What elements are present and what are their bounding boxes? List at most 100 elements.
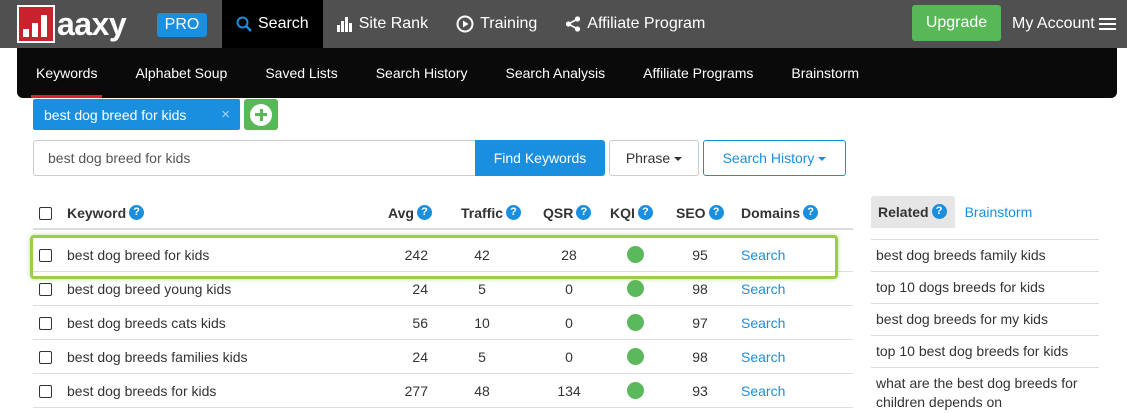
row-keyword[interactable]: best dog breeds families kids bbox=[67, 340, 248, 374]
subnav-keywords[interactable]: Keywords bbox=[17, 48, 116, 98]
row-checkbox[interactable] bbox=[39, 374, 52, 408]
row-avg: 277 bbox=[404, 383, 428, 399]
row-qsr: 0 bbox=[565, 315, 573, 331]
row-domains-search-link[interactable]: Search bbox=[741, 306, 785, 340]
subnav-search-history[interactable]: Search History bbox=[357, 48, 487, 98]
header-avg[interactable]: Avg? bbox=[388, 196, 432, 230]
list-item[interactable]: what are the best dog breeds for childre… bbox=[871, 368, 1099, 413]
keyword-table: Keyword? Avg? Traffic? QSR? KQI? SEO? Do… bbox=[33, 196, 853, 408]
keyword-search-input[interactable] bbox=[33, 140, 476, 176]
row-checkbox[interactable] bbox=[39, 272, 52, 306]
row-qsr: 0 bbox=[565, 281, 573, 297]
row-domains-search-link[interactable]: Search bbox=[741, 340, 785, 374]
row-seo: 98 bbox=[692, 281, 708, 297]
help-icon[interactable]: ? bbox=[708, 205, 724, 221]
header-traffic[interactable]: Traffic? bbox=[461, 196, 522, 230]
upgrade-button[interactable]: Upgrade bbox=[912, 5, 1001, 41]
row-domains-search-link[interactable]: Search bbox=[741, 374, 785, 408]
list-item[interactable]: best dog breeds family kids bbox=[871, 240, 1099, 272]
header-keyword[interactable]: Keyword? bbox=[67, 196, 145, 230]
row-kqi bbox=[606, 374, 664, 408]
select-all-checkbox[interactable] bbox=[39, 196, 52, 230]
phrase-dropdown[interactable]: Phrase bbox=[609, 140, 699, 176]
row-qsr: 0 bbox=[565, 349, 573, 365]
row-seo: 98 bbox=[692, 349, 708, 365]
table-row[interactable]: best dog breed young kids 24 5 0 98 Sear… bbox=[33, 272, 853, 306]
header-qsr[interactable]: QSR? bbox=[543, 196, 592, 230]
table-row[interactable]: best dog breeds families kids 24 5 0 98 … bbox=[33, 340, 853, 374]
row-kqi bbox=[606, 238, 664, 272]
topnav-training[interactable]: Training bbox=[442, 0, 551, 48]
row-qsr: 134 bbox=[557, 383, 581, 399]
row-avg: 56 bbox=[412, 315, 428, 331]
search-history-dropdown[interactable]: Search History bbox=[703, 140, 846, 176]
keyword-tag[interactable]: best dog breed for kids × bbox=[33, 99, 240, 130]
subnav-search-analysis[interactable]: Search Analysis bbox=[487, 48, 625, 98]
topnav-training-label: Training bbox=[480, 15, 538, 32]
list-item[interactable]: top 10 best dog breeds for kids bbox=[871, 336, 1099, 368]
list-item[interactable]: best dog breeds for my kids bbox=[871, 304, 1099, 336]
help-icon[interactable]: ? bbox=[416, 205, 432, 221]
row-traffic: 5 bbox=[478, 281, 486, 297]
sub-navbar: Keywords Alphabet Soup Saved Lists Searc… bbox=[17, 48, 1117, 98]
tab-related[interactable]: Related? bbox=[871, 196, 955, 228]
phrase-dropdown-label: Phrase bbox=[625, 150, 671, 166]
caret-down-icon bbox=[818, 157, 827, 162]
row-checkbox[interactable] bbox=[39, 238, 52, 272]
bar-chart-icon bbox=[336, 16, 352, 32]
subnav-brainstorm[interactable]: Brainstorm bbox=[772, 48, 878, 98]
pro-badge: PRO bbox=[157, 13, 207, 37]
my-account-menu[interactable]: My Account bbox=[1012, 0, 1116, 48]
kqi-status-icon bbox=[626, 279, 644, 297]
subnav-affiliate-programs[interactable]: Affiliate Programs bbox=[624, 48, 772, 98]
row-keyword[interactable]: best dog breeds for kids bbox=[67, 374, 216, 408]
topnav-affiliate-program[interactable]: Affiliate Program bbox=[551, 0, 719, 48]
search-icon bbox=[236, 16, 252, 32]
row-keyword[interactable]: best dog breeds cats kids bbox=[67, 306, 226, 340]
header-kqi[interactable]: KQI? bbox=[610, 196, 653, 230]
caret-down-icon bbox=[674, 157, 683, 162]
help-icon[interactable]: ? bbox=[576, 205, 592, 221]
wealthy-affiliate-logo[interactable]: aaxy bbox=[17, 5, 127, 43]
list-item[interactable]: top 10 dogs breeds for kids bbox=[871, 272, 1099, 304]
row-keyword[interactable]: best dog breed for kids bbox=[67, 238, 209, 272]
logo-text: aaxy bbox=[57, 6, 127, 42]
row-avg: 24 bbox=[412, 281, 428, 297]
tab-brainstorm[interactable]: Brainstorm bbox=[955, 196, 1041, 228]
logo-mark-icon bbox=[17, 5, 55, 43]
kqi-status-icon bbox=[626, 381, 644, 399]
topnav-site-rank-label: Site Rank bbox=[358, 15, 429, 32]
help-icon[interactable]: ? bbox=[506, 205, 522, 221]
subnav-saved-lists[interactable]: Saved Lists bbox=[246, 48, 356, 98]
close-icon[interactable]: × bbox=[221, 106, 230, 123]
row-checkbox[interactable] bbox=[39, 306, 52, 340]
topnav-site-rank[interactable]: Site Rank bbox=[323, 0, 442, 48]
kqi-status-icon bbox=[626, 347, 644, 365]
row-kqi bbox=[606, 340, 664, 374]
row-qsr: 28 bbox=[561, 247, 577, 263]
topnav-search[interactable]: Search bbox=[222, 0, 323, 48]
plus-circle-icon bbox=[250, 103, 272, 126]
my-account-label: My Account bbox=[1012, 15, 1095, 32]
help-icon[interactable]: ? bbox=[637, 205, 653, 221]
table-row[interactable]: best dog breeds for kids 277 48 134 93 S… bbox=[33, 374, 853, 408]
add-tag-button[interactable] bbox=[244, 99, 278, 130]
help-icon[interactable]: ? bbox=[931, 204, 947, 220]
related-keywords-list: best dog breeds family kids top 10 dogs … bbox=[871, 239, 1099, 413]
table-row[interactable]: best dog breed for kids 242 42 28 95 Sea… bbox=[33, 238, 853, 272]
row-traffic: 10 bbox=[474, 315, 490, 331]
table-row[interactable]: best dog breeds cats kids 56 10 0 97 Sea… bbox=[33, 306, 853, 340]
header-domains[interactable]: Domains? bbox=[741, 196, 819, 230]
top-nav: Search Site Rank Training Affiliate Prog… bbox=[222, 0, 719, 48]
row-checkbox[interactable] bbox=[39, 340, 52, 374]
row-domains-search-link[interactable]: Search bbox=[741, 272, 785, 306]
help-icon[interactable]: ? bbox=[803, 205, 819, 221]
row-domains-search-link[interactable]: Search bbox=[741, 238, 785, 272]
row-avg: 24 bbox=[412, 349, 428, 365]
subnav-alphabet-soup[interactable]: Alphabet Soup bbox=[116, 48, 246, 98]
hamburger-icon bbox=[1098, 15, 1116, 33]
help-icon[interactable]: ? bbox=[129, 205, 145, 221]
header-seo[interactable]: SEO? bbox=[676, 196, 724, 230]
find-keywords-button[interactable]: Find Keywords bbox=[475, 140, 605, 176]
row-keyword[interactable]: best dog breed young kids bbox=[67, 272, 231, 306]
